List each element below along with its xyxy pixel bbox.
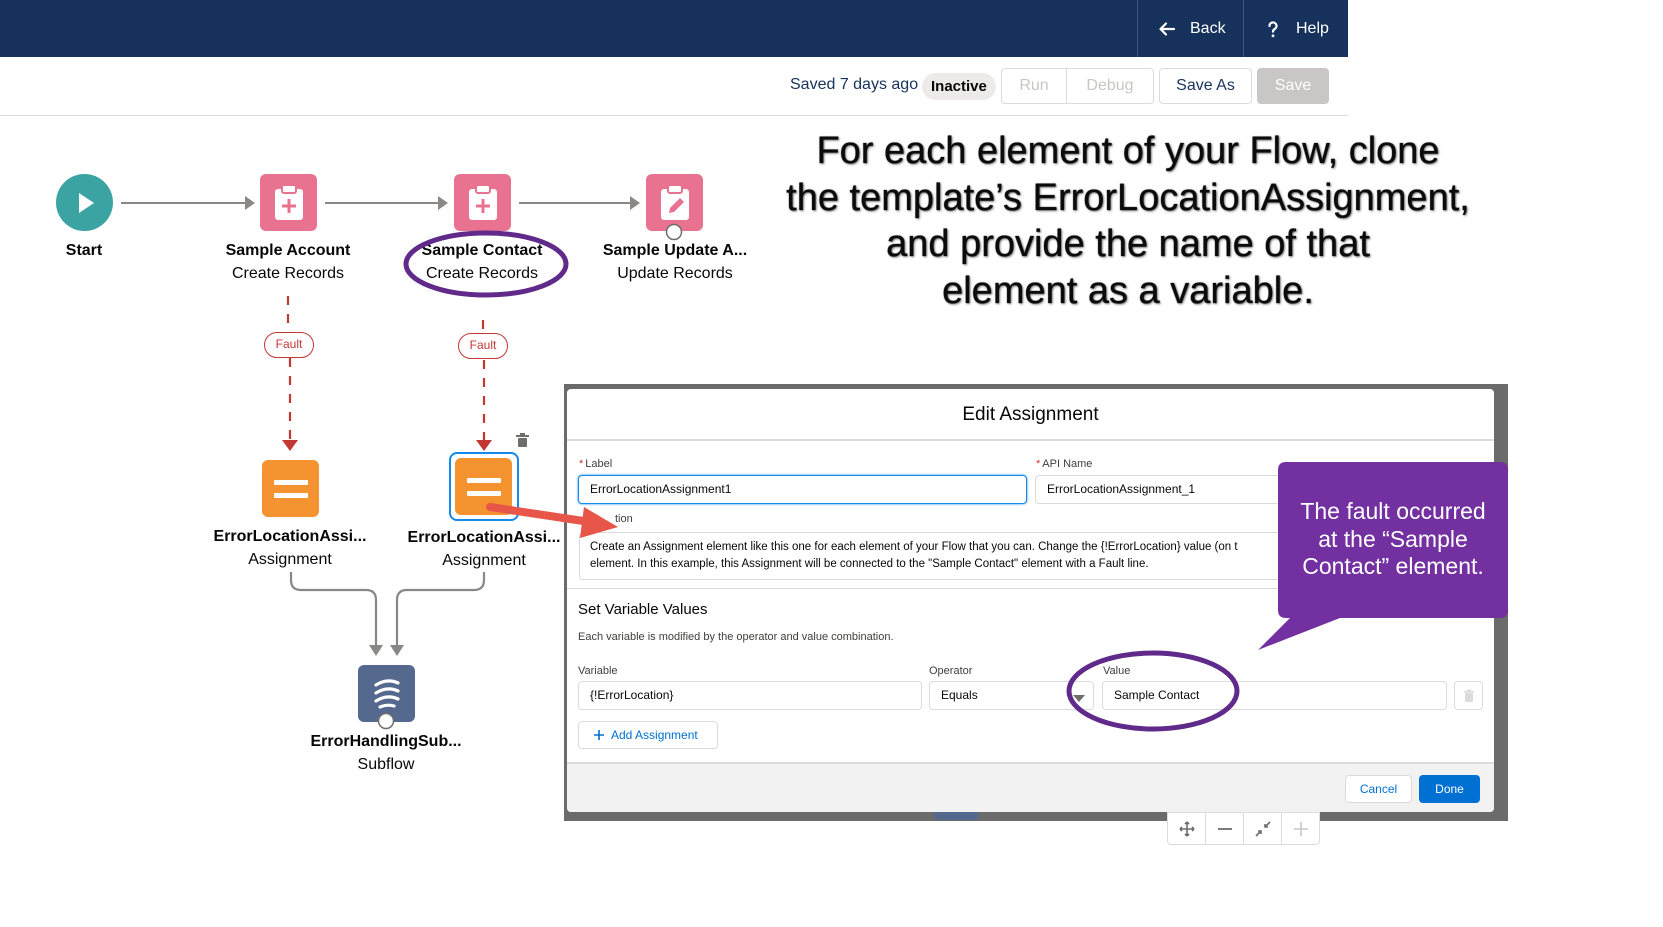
create-records-node-sample-contact[interactable] [454,174,511,231]
connector-arrowhead [245,196,255,210]
trash-icon [1463,689,1474,702]
update-records-icon [660,183,689,220]
variable-input[interactable]: {!ErrorLocation} [578,681,922,710]
highlight-ellipse [403,230,569,298]
minus-icon [1217,827,1232,830]
create-records-node-sample-account[interactable] [260,174,317,231]
modal-title: Edit Assignment [567,389,1494,441]
delete-node-icon [516,433,529,447]
assignment-icon [466,477,501,496]
modal-footer: Cancel Done [567,762,1494,812]
connector-arrowhead [390,645,404,656]
node-title: ErrorHandlingSub... [310,733,462,750]
subflow-icon [373,678,400,709]
fault-arrowhead [282,440,298,451]
callout-text: The fault occurred at the “Sample Contac… [1284,498,1502,581]
node-connector-handle[interactable] [376,711,396,731]
node-subtitle: Subflow [357,756,415,773]
section-title: Set Variable Values [578,601,708,618]
assignment-icon [273,479,308,498]
node-subtitle: Create Records [231,265,345,282]
create-records-icon [274,183,303,220]
move-icon [1178,820,1195,837]
label-input[interactable]: ErrorLocationAssignment1 [578,475,1027,504]
create-records-icon [468,183,497,220]
headline-line: the template’s ErrorLocationAssignment, [786,176,1470,219]
headline-line: For each element of your Flow, clone [816,130,1440,172]
fault-badge: Fault [458,333,508,359]
connector-arrowhead [630,196,640,210]
annotation-arrow [486,503,618,538]
node-title: Sample Update A... [602,242,748,259]
callout-line: The fault occurred [1300,498,1486,524]
zoom-in-button[interactable] [1282,813,1319,844]
node-subtitle: Update Records [617,265,733,282]
connector-arrowhead [369,645,383,656]
api-name-field-label: * API Name [1036,458,1093,470]
pan-button[interactable] [1168,813,1206,844]
node-connector-handle[interactable] [664,222,684,242]
variable-field-label: Variable [578,665,618,677]
connector-line [395,572,486,646]
label-field-label: * Label [579,458,613,470]
section-subtitle: Each variable is modified by the operato… [578,631,894,643]
canvas-zoom-controls [1167,812,1320,845]
fit-view-button[interactable] [1244,813,1282,844]
node-subtitle: Assignment [442,552,526,569]
cancel-button[interactable]: Cancel [1345,775,1412,803]
callout-line: at the “Sample [1318,525,1468,552]
headline-line: element as a variable. [942,269,1314,312]
node-title: Sample Account [225,242,351,259]
fault-badge: Fault [264,332,314,358]
node-subtitle: Assignment [248,551,332,568]
zoom-out-button[interactable] [1206,813,1244,844]
plus-icon [1293,821,1308,836]
delete-row-button[interactable] [1454,681,1483,710]
hidden-node-fragment [934,812,978,820]
assignment-node[interactable] [262,460,319,517]
contract-icon [1254,820,1271,837]
node-title: ErrorLocationAssi... [213,528,367,545]
play-icon [78,192,94,213]
plus-icon [594,730,604,740]
operator-field-label: Operator [929,665,973,677]
callout-line: Contact” element. [1302,553,1484,579]
headline-line: and provide the name of that [886,223,1370,265]
value-highlight-ellipse [1066,650,1240,732]
connector-line [289,572,378,646]
add-assignment-label: Add Assignment [611,728,698,742]
done-button[interactable]: Done [1419,775,1480,803]
fault-arrowhead [476,440,492,451]
annotation-headline: For each element of your Flow, clone the… [768,128,1488,314]
node-title: Start [65,242,103,259]
start-node[interactable] [56,174,113,231]
connector-arrowhead [438,196,448,210]
add-assignment-button[interactable]: Add Assignment [578,721,718,749]
